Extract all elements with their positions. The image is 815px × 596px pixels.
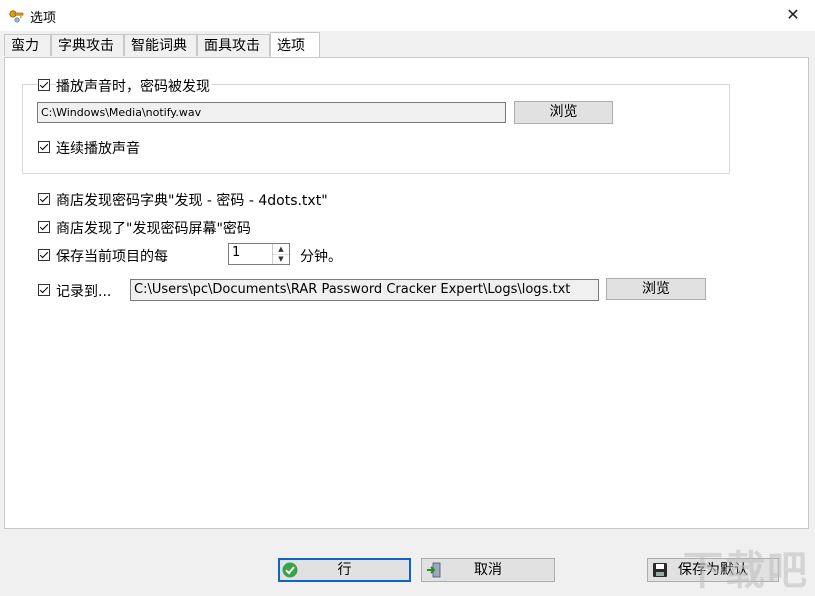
log-to-checkbox[interactable] — [38, 284, 50, 296]
store-dict-label: 商店发现密码字典"发现 - 密码 - 4dots.txt" — [56, 193, 328, 209]
tab-label: 智能词典 — [131, 38, 187, 54]
tab-label: 蛮力 — [11, 38, 39, 54]
tab-options[interactable]: 选项 — [270, 32, 320, 57]
store-screen-label: 商店发现了"发现密码屏幕"密码 — [56, 221, 251, 237]
ok-label: 行 — [337, 562, 352, 578]
loop-sound-label: 连续播放声音 — [56, 141, 140, 157]
save-every-label: 保存当前项目的每 — [56, 249, 168, 265]
tab-dictionary-attack[interactable]: 字典攻击 — [51, 34, 124, 56]
save-every-unit: 分钟。 — [300, 249, 342, 265]
log-path-input[interactable]: C:\Users\pc\Documents\RAR Password Crack… — [130, 279, 599, 301]
store-screen-checkbox[interactable] — [38, 221, 50, 233]
tab-label: 面具攻击 — [204, 38, 260, 54]
store-dict-checkbox[interactable] — [38, 193, 50, 205]
tab-label: 字典攻击 — [58, 38, 114, 54]
window-title: 选项 — [30, 11, 57, 26]
save-every-checkbox[interactable] — [38, 249, 50, 261]
close-button[interactable]: ✕ — [771, 0, 815, 31]
log-browse-button[interactable]: 浏览 — [606, 278, 706, 300]
save-interval-stepper[interactable]: 1 ▲ ▼ — [228, 243, 290, 265]
sound-group — [22, 84, 730, 174]
sound-file-input[interactable]: C:\Windows\Media\notify.wav — [37, 102, 506, 123]
loop-sound-checkbox[interactable] — [38, 141, 50, 153]
play-sound-checkbox[interactable] — [38, 79, 50, 91]
app-icon — [9, 10, 24, 23]
cancel-label: 取消 — [474, 562, 502, 578]
tab-brute-force[interactable]: 蛮力 — [4, 34, 51, 56]
tab-label: 选项 — [277, 38, 305, 54]
watermark: 下载吧 — [683, 548, 809, 594]
tab-smart-dictionary[interactable]: 智能词典 — [124, 34, 197, 56]
title-bar: 选项 ✕ — [0, 0, 815, 31]
close-icon: ✕ — [786, 5, 800, 24]
spin-arrows: ▲ ▼ — [272, 244, 289, 264]
sound-browse-button[interactable]: 浏览 — [514, 101, 613, 124]
log-to-label: 记录到... — [56, 284, 112, 300]
save-interval-value: 1 — [232, 245, 241, 260]
tab-mask-attack[interactable]: 面具攻击 — [197, 34, 270, 56]
play-sound-label: 播放声音时，密码被发现 — [56, 76, 212, 96]
ok-button[interactable]: 行 — [278, 558, 411, 582]
cancel-button[interactable]: 取消 — [421, 558, 555, 582]
spin-down-icon[interactable]: ▼ — [273, 254, 289, 264]
